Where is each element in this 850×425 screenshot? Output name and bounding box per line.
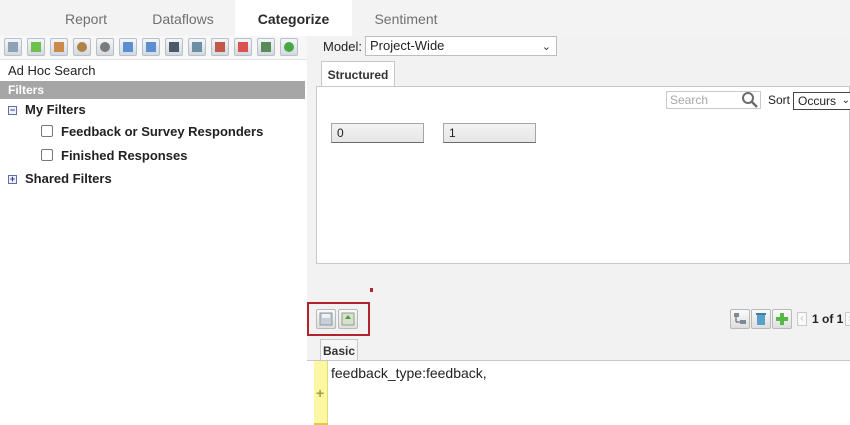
refresh-icon[interactable] [280, 38, 298, 56]
sort-select-value: Occurs [798, 94, 837, 108]
add-icon[interactable] [772, 309, 792, 329]
filter-item-feedback[interactable]: Feedback or Survey Responders [61, 122, 263, 142]
move-top-icon[interactable] [119, 38, 137, 56]
my-filters-label[interactable]: My Filters [25, 100, 86, 120]
tab-categorize[interactable]: Categorize [235, 0, 352, 36]
move-bottom-icon[interactable] [142, 38, 160, 56]
value-box[interactable]: 1 [443, 123, 536, 143]
delete-icon[interactable] [234, 38, 252, 56]
pagination-text: 1 of 1 [812, 312, 844, 326]
tab-report[interactable]: Report [40, 0, 132, 36]
rule-marker-bar[interactable]: + [314, 361, 328, 425]
highlight-marker [370, 288, 373, 292]
sort-label: Sort [768, 93, 791, 107]
previous-page-button[interactable]: ‹ [797, 312, 807, 326]
adhoc-search-link[interactable]: Ad Hoc Search [0, 61, 307, 81]
structured-panel: Search Sort Occurs ⌄ 0 1 [316, 86, 850, 264]
chevron-down-icon: ⌄ [541, 41, 551, 53]
import-icon[interactable] [338, 309, 358, 329]
model-label: Model: [323, 39, 363, 54]
tab-basic[interactable]: Basic [320, 339, 358, 361]
expand-icon[interactable]: + [8, 175, 17, 184]
top-tab-bar: Report Dataflows Categorize Sentiment [0, 0, 850, 36]
next-page-button[interactable]: › [845, 312, 850, 326]
sort-select[interactable]: Occurs ⌄ [793, 92, 850, 110]
highlighted-toolbar [307, 302, 370, 336]
filters-header: Filters [0, 81, 305, 99]
save-icon[interactable] [4, 38, 22, 56]
hierarchy-icon[interactable] [165, 38, 183, 56]
model-select[interactable]: Project-Wide ⌄ [365, 36, 557, 56]
filter-checkbox-feedback[interactable] [41, 125, 53, 137]
export-icon[interactable] [211, 38, 229, 56]
basic-rule-panel: + feedback_type:feedback, [307, 360, 850, 425]
save-icon[interactable] [316, 309, 336, 329]
tab-sentiment[interactable]: Sentiment [352, 0, 460, 36]
filters-pane: Ad Hoc Search Filters − My Filters Feedb… [0, 36, 307, 425]
chevron-down-icon: ⌄ [841, 95, 850, 106]
shared-filters-label[interactable]: Shared Filters [25, 169, 112, 189]
add-icon[interactable] [27, 38, 45, 56]
model-select-value: Project-Wide [370, 38, 445, 53]
rule-text[interactable]: feedback_type:feedback, [331, 365, 487, 381]
plus-icon[interactable]: + [316, 385, 324, 401]
find-icon[interactable] [73, 38, 91, 56]
filter-item-finished[interactable]: Finished Responses [61, 146, 187, 166]
tab-dataflows[interactable]: Dataflows [132, 0, 234, 36]
report-icon[interactable] [257, 38, 275, 56]
grid-icon[interactable] [188, 38, 206, 56]
filter-checkbox-finished[interactable] [41, 149, 53, 161]
comment-icon[interactable] [96, 38, 114, 56]
collapse-icon[interactable]: − [8, 106, 17, 115]
hierarchy-icon[interactable] [730, 309, 750, 329]
categorize-pane: Model: Project-Wide ⌄ Structured Search … [307, 36, 850, 425]
value-box[interactable]: 0 [331, 123, 424, 143]
move-icon[interactable] [50, 38, 68, 56]
search-icon[interactable] [740, 91, 760, 109]
tab-structured[interactable]: Structured [321, 61, 395, 87]
trash-icon[interactable] [751, 309, 771, 329]
filters-toolbar [0, 36, 307, 60]
